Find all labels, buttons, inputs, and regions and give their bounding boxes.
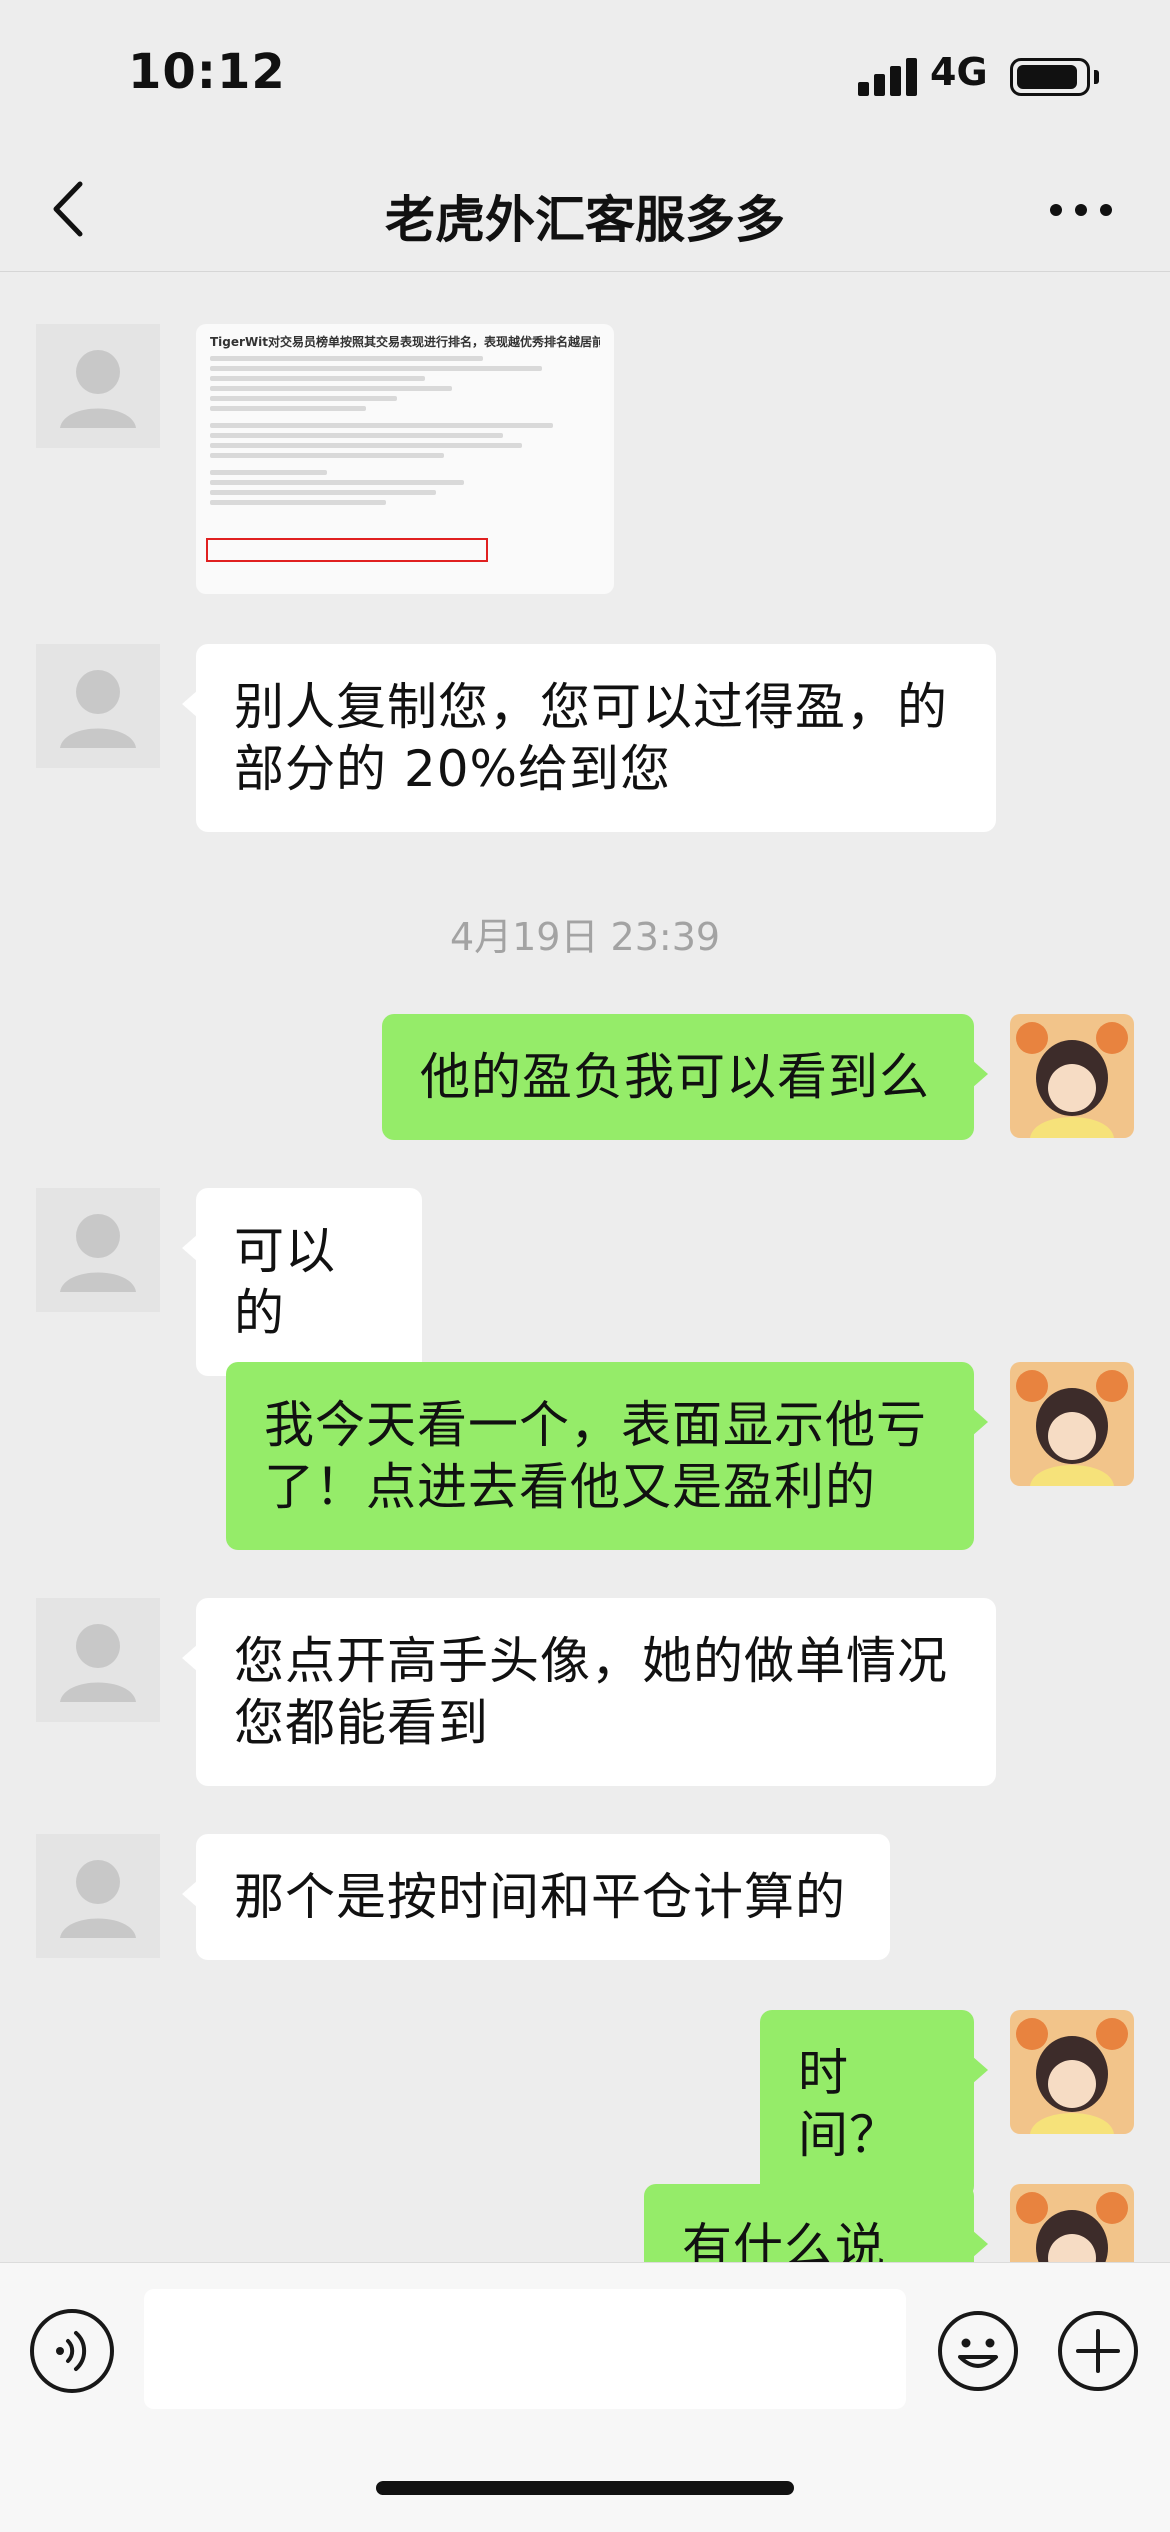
status-bar: 10:12 4G: [0, 0, 1170, 150]
message-input[interactable]: [144, 2289, 906, 2409]
voice-icon: [56, 2331, 87, 2371]
message-text: 他的盈负我可以看到么: [420, 1048, 930, 1106]
user-avatar-image: [1010, 2010, 1134, 2134]
message-bubble-in[interactable]: 那个是按时间和平仓计算的: [182, 1834, 890, 1960]
chat-area[interactable]: TigerWit对交易员榜单按照其交易表现进行排名，表现越优秀排名越居前端。 别…: [0, 272, 1170, 2262]
battery-cap: [1094, 70, 1099, 84]
self-avatar[interactable]: [1010, 2184, 1134, 2262]
message-text: 那个是按时间和平仓计算的: [234, 1868, 846, 1926]
avatar[interactable]: [36, 1834, 160, 1958]
image-message[interactable]: TigerWit对交易员榜单按照其交易表现进行排名，表现越优秀排名越居前端。: [196, 324, 614, 594]
self-avatar[interactable]: [1010, 1362, 1134, 1486]
more-button[interactable]: [1046, 190, 1116, 230]
signal-icon: [858, 58, 918, 96]
self-avatar[interactable]: [1010, 2010, 1134, 2134]
default-avatar-icon: [60, 1860, 136, 1938]
plus-icon: [1058, 2311, 1138, 2391]
message-bubble-out[interactable]: 时间？: [760, 2010, 988, 2198]
network-type: 4G: [930, 50, 988, 94]
message-text: 了！点进去看他又是盈利的: [264, 1458, 876, 1516]
user-avatar-image: [1010, 2184, 1134, 2262]
avatar[interactable]: [36, 324, 160, 448]
message-text: 别人复制您，您可以过得盈，的: [234, 678, 948, 736]
message-text: 您都能看到: [234, 1694, 489, 1752]
user-avatar-image: [1010, 1014, 1134, 1138]
more-dots-icon: [1050, 204, 1112, 216]
user-avatar-image: [1010, 1362, 1134, 1486]
image-highlight-box: [206, 538, 488, 562]
message-bubble-out[interactable]: 有什么说法: [644, 2184, 988, 2262]
plus-button[interactable]: [1056, 2309, 1140, 2393]
message-bubble-in[interactable]: 您点开高手头像，她的做单情况 您都能看到: [182, 1598, 996, 1786]
message-text: 时间？: [798, 2044, 900, 2164]
message-bubble-in[interactable]: 别人复制您，您可以过得盈，的 部分的 20%给到您: [182, 644, 996, 832]
default-avatar-icon: [60, 670, 136, 748]
image-message-title: TigerWit对交易员榜单按照其交易表现进行排名，表现越优秀排名越居前端。: [210, 335, 600, 349]
avatar[interactable]: [36, 1598, 160, 1722]
message-text: 可以的: [234, 1222, 336, 1342]
battery-icon: [1010, 58, 1090, 96]
message-bubble-out[interactable]: 他的盈负我可以看到么: [382, 1014, 988, 1140]
home-indicator: [376, 2481, 794, 2495]
nav-bar: 老虎外汇客服多多: [0, 150, 1170, 272]
chat-title: 老虎外汇客服多多: [385, 191, 785, 249]
self-avatar[interactable]: [1010, 1014, 1134, 1138]
default-avatar-icon: [60, 1624, 136, 1702]
avatar[interactable]: [36, 644, 160, 768]
timestamp: 4月19日 23:39: [449, 915, 721, 959]
message-bubble-in[interactable]: 可以的: [182, 1188, 422, 1376]
default-avatar-icon: [60, 350, 136, 428]
avatar[interactable]: [36, 1188, 160, 1312]
message-text: 您点开高手头像，她的做单情况: [234, 1632, 948, 1690]
message-text: 我今天看一个，表面显示他亏: [264, 1396, 927, 1454]
default-avatar-icon: [60, 1214, 136, 1292]
message-bubble-out[interactable]: 我今天看一个，表面显示他亏 了！点进去看他又是盈利的: [226, 1362, 988, 1550]
emoji-button[interactable]: [936, 2309, 1020, 2393]
emoji-icon: [938, 2311, 1018, 2391]
input-bar: [0, 2262, 1170, 2532]
message-text: 部分的 20%给到您: [234, 740, 672, 798]
message-text: 有什么说法: [682, 2218, 886, 2262]
voice-button[interactable]: [30, 2309, 114, 2393]
status-time: 10:12: [128, 44, 286, 100]
